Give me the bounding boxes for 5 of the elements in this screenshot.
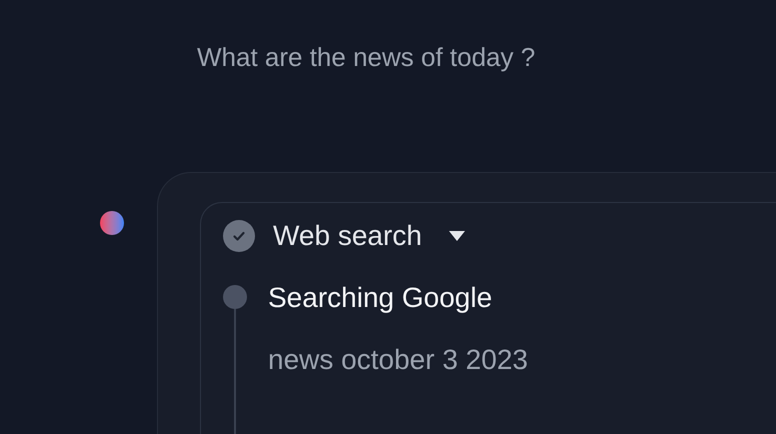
- web-search-toggle[interactable]: Web search: [273, 219, 466, 253]
- assistant-avatar: [100, 211, 124, 235]
- step-title: Searching Google: [268, 281, 494, 315]
- search-query: news october 3 2023: [268, 343, 528, 377]
- user-question: What are the news of today ?: [197, 41, 536, 74]
